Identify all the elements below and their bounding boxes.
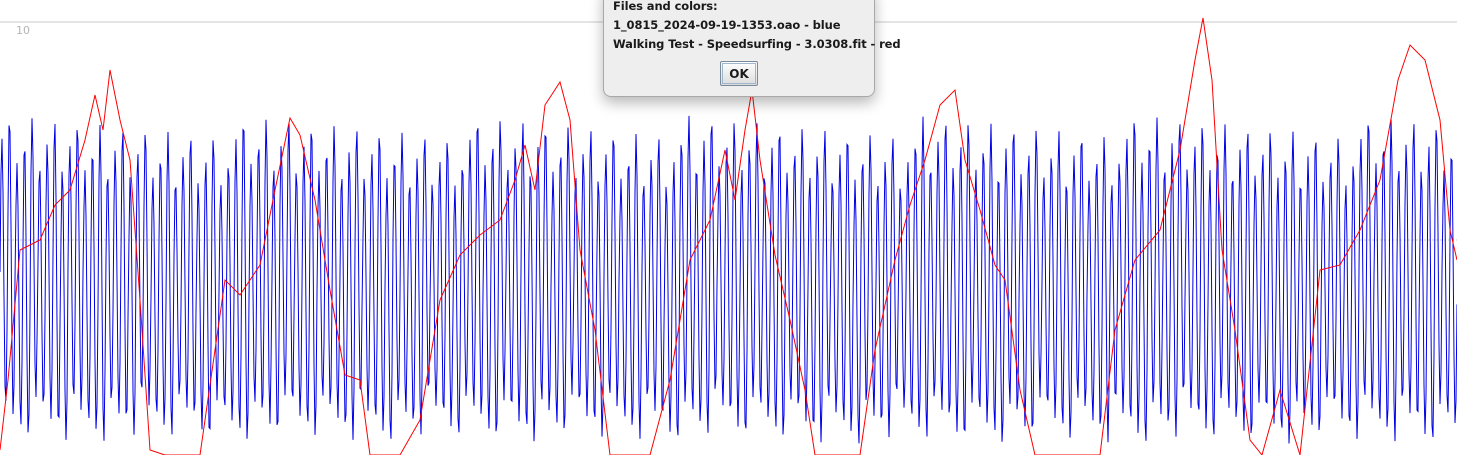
- y-tick-label-10: 10: [16, 24, 30, 37]
- dialog-heading: Files and colors:: [613, 0, 718, 13]
- dialog-file-red: Walking Test - Speedsurfing - 3.0308.fit…: [613, 37, 901, 51]
- files-and-colors-dialog: Files and colors: 1_0815_2024-09-19-1353…: [603, 0, 901, 97]
- ok-button[interactable]: OK: [720, 61, 758, 86]
- dialog-file-blue: 1_0815_2024-09-19-1353.oao - blue: [613, 18, 841, 32]
